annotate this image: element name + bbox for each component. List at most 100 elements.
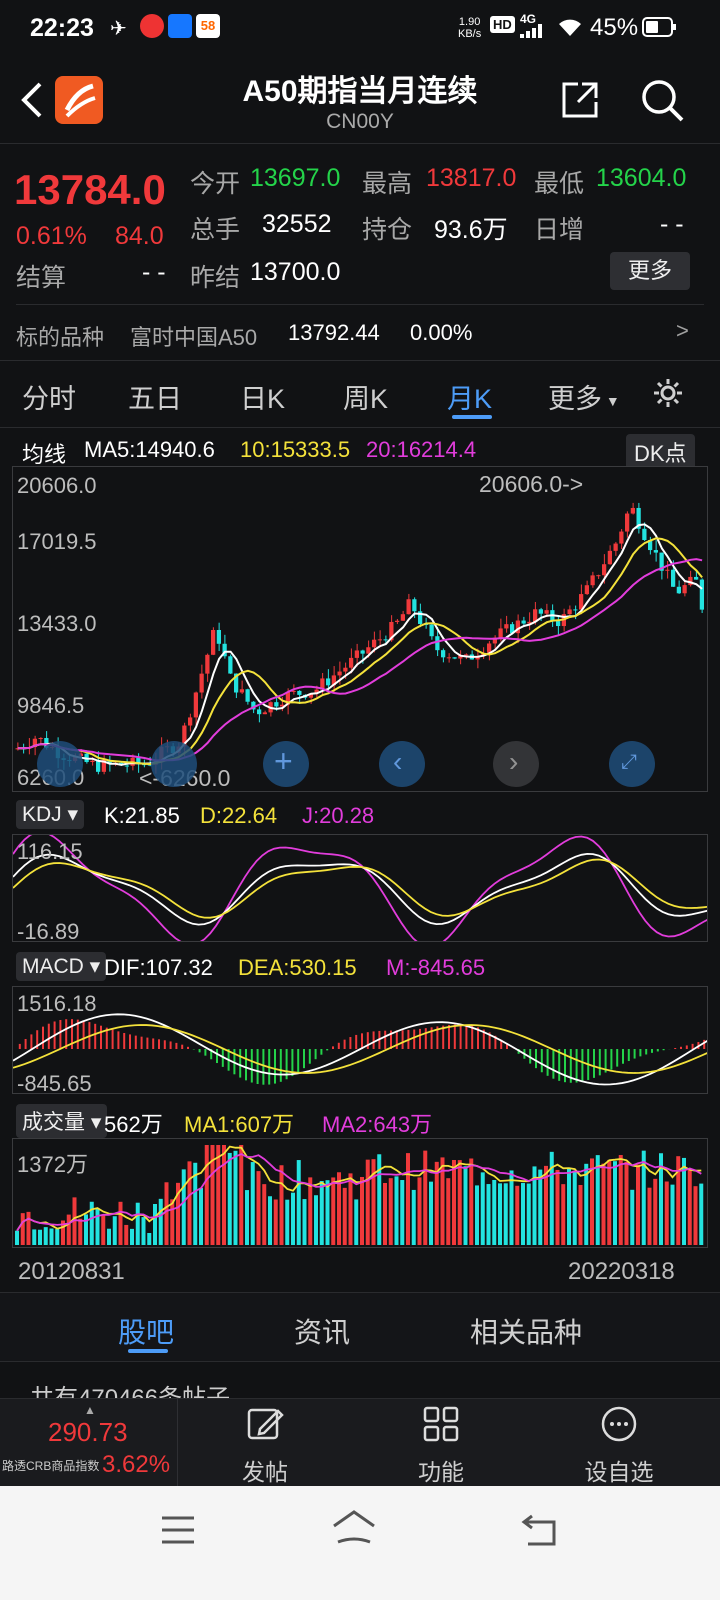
volume-bar — [308, 1177, 313, 1245]
tab-daily-k[interactable]: 日K — [240, 377, 285, 416]
scroll-right-button[interactable]: › — [493, 741, 539, 787]
kdj-chart[interactable]: 116.15 -16.89 — [12, 834, 708, 944]
candle-body — [366, 647, 371, 654]
volume-bar — [291, 1192, 295, 1245]
more-button[interactable]: 更多 — [610, 252, 690, 290]
instrument-code: CN00Y — [326, 110, 394, 133]
underlying-row[interactable]: 标的品种 富时中国A50 13792.44 0.00% > — [0, 306, 720, 360]
macd-bar — [535, 1049, 537, 1069]
candle-body — [665, 569, 670, 571]
add-watchlist-button[interactable]: 设自选 — [554, 1399, 684, 1487]
change-value: 84.0 — [115, 222, 164, 250]
macd-bar — [169, 1041, 172, 1049]
volume-bar — [434, 1161, 439, 1245]
volume-value: 32552 — [262, 210, 332, 238]
tab-more[interactable]: 更多 ▼ — [548, 377, 620, 416]
status-time: 22:23 — [30, 14, 94, 42]
volume-bar — [141, 1217, 146, 1245]
volume-bar — [107, 1228, 111, 1245]
back-nav-icon[interactable] — [520, 1510, 560, 1553]
volume-bar — [204, 1145, 209, 1245]
macd-bar — [158, 1039, 160, 1049]
function-button[interactable]: 功能 — [376, 1399, 506, 1487]
volume-chart[interactable]: 1372万 — [12, 1138, 708, 1248]
macd-bar — [685, 1045, 688, 1049]
volume-bar — [618, 1155, 623, 1245]
candle-body — [607, 550, 612, 565]
tab-news[interactable]: 资讯 — [294, 1311, 350, 1351]
volume-bar — [624, 1161, 629, 1245]
index-ticker[interactable]: ▲ 290.73 路透CRB商品指数 3.62% — [0, 1399, 178, 1487]
candle-body — [38, 737, 43, 739]
menu-icon[interactable] — [158, 1512, 198, 1553]
candle-body — [406, 599, 411, 615]
macd-bar — [424, 1028, 427, 1049]
macd-bar — [42, 1026, 44, 1049]
kline-chart[interactable]: 20606.0 17019.5 13433.0 9846.5 6260.0 20… — [12, 466, 708, 792]
share-icon[interactable] — [560, 80, 600, 120]
expand-icon: ⤢ — [621, 751, 637, 773]
volume-bar — [38, 1229, 42, 1245]
candle-body — [216, 630, 221, 644]
home-icon[interactable] — [330, 1508, 378, 1553]
settings-gear-icon[interactable] — [652, 377, 684, 414]
volume-bar — [578, 1185, 583, 1245]
dk-point-button[interactable]: DK点 — [626, 434, 695, 470]
candle-body — [556, 621, 561, 627]
tab-weekly-k[interactable]: 周K — [343, 377, 388, 416]
tab-related[interactable]: 相关品种 — [470, 1311, 582, 1351]
page-title: A50期指当月连续 — [242, 75, 478, 108]
volume-bar — [630, 1189, 635, 1245]
candle-body — [395, 620, 400, 622]
oi-label: 持仓 — [362, 216, 413, 244]
volume-bar — [503, 1183, 508, 1245]
scroll-left-button[interactable]: ‹ — [379, 741, 425, 787]
candle-body — [584, 585, 589, 595]
tab-five-day[interactable]: 五日 — [128, 377, 182, 416]
zoom-in-button[interactable]: + — [263, 741, 309, 787]
candle-body — [400, 614, 405, 621]
macd-bar — [279, 1049, 282, 1082]
hd-icon: HD — [490, 16, 515, 33]
volume-bar — [446, 1178, 451, 1245]
tab-monthly-k[interactable]: 月K — [447, 377, 492, 416]
volume-bar — [348, 1173, 353, 1245]
search-icon[interactable] — [640, 78, 684, 122]
macd-bar — [326, 1049, 329, 1051]
volume-selector[interactable]: 成交量 ▾ — [16, 1104, 108, 1138]
volume-bar — [515, 1185, 520, 1245]
macd-bar — [175, 1042, 178, 1049]
volume-bar — [55, 1228, 60, 1245]
volume-bar — [118, 1201, 123, 1245]
volume-bar — [342, 1187, 347, 1245]
candle-body — [630, 507, 635, 514]
candle-body — [653, 550, 658, 553]
kdj-selector[interactable]: KDJ ▾ — [16, 800, 85, 829]
low-value: 13604.0 — [596, 164, 687, 192]
volume-bar — [377, 1154, 382, 1245]
volume-bar — [509, 1170, 514, 1245]
index-percent: 3.62% — [102, 1451, 171, 1478]
zoom-out-button[interactable] — [37, 741, 83, 787]
volume-ma2: MA2:643万 — [322, 1112, 433, 1137]
candle-body — [354, 650, 359, 658]
post-button[interactable]: 发帖 — [200, 1399, 330, 1487]
macd-dea: DEA:530.15 — [238, 955, 357, 980]
tab-guba[interactable]: 股吧 — [118, 1311, 174, 1351]
candle-body — [642, 528, 647, 541]
volume-bar — [526, 1183, 531, 1245]
macd-bar — [216, 1049, 218, 1064]
volume-label: 总手 — [190, 216, 241, 244]
fullscreen-button[interactable]: ⤢ — [609, 741, 655, 787]
chevron-left-icon: ‹ — [393, 746, 403, 777]
macd-selector[interactable]: MACD ▾ — [16, 952, 107, 981]
macd-bar — [540, 1049, 543, 1073]
volume-bar — [486, 1184, 491, 1245]
battery-percent: 45% — [590, 14, 639, 41]
macd-chart[interactable]: 1516.18 -845.65 — [12, 986, 708, 1096]
date-end: 20220318 — [568, 1258, 675, 1285]
macd-bar — [47, 1023, 50, 1049]
volume-bar — [285, 1199, 290, 1245]
zoom-out-2-button[interactable] — [151, 741, 197, 787]
tab-intraday[interactable]: 分时 — [22, 377, 76, 416]
